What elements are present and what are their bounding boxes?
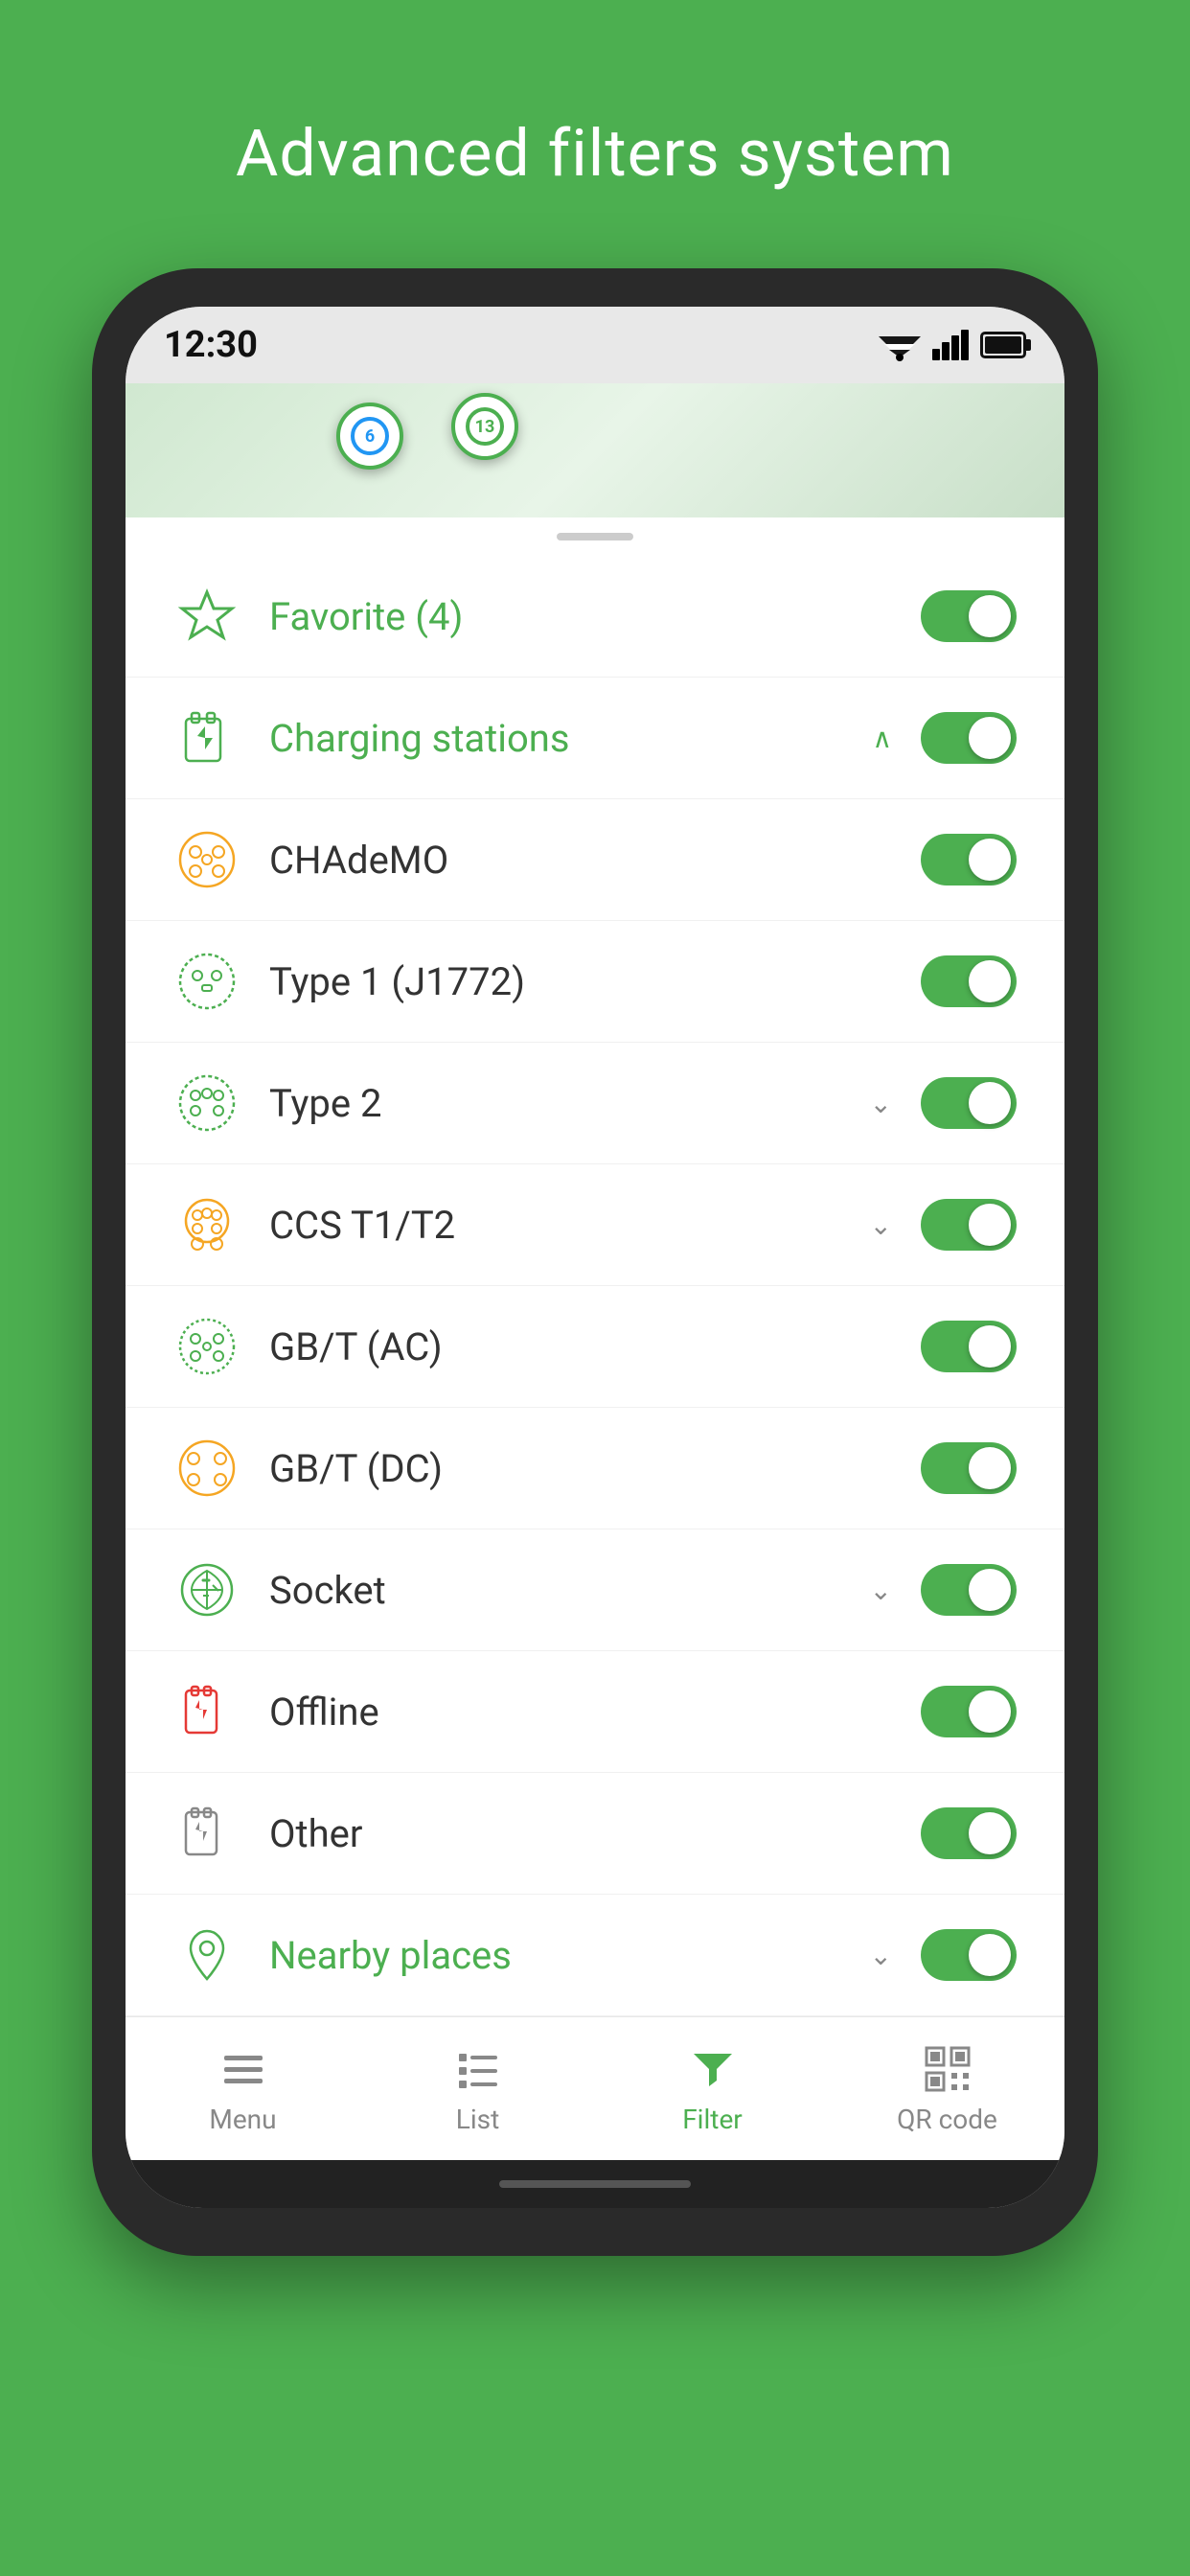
page-title: Advanced filters system bbox=[236, 115, 954, 192]
type2-chevron: ⌄ bbox=[870, 1088, 892, 1119]
sheet-handle bbox=[557, 533, 633, 540]
filter-item-nearby[interactable]: Nearby places ⌄ bbox=[126, 1895, 1064, 2016]
chademo-label: CHAdeMO bbox=[269, 838, 892, 883]
ccs-icon bbox=[173, 1191, 240, 1258]
nearby-toggle[interactable] bbox=[921, 1929, 1017, 1981]
signal-icon bbox=[932, 330, 969, 360]
filter-item-gbt-dc[interactable]: GB/T (DC) bbox=[126, 1408, 1064, 1530]
favorite-toggle[interactable] bbox=[921, 590, 1017, 642]
home-indicator bbox=[126, 2160, 1064, 2208]
home-bar bbox=[499, 2180, 691, 2188]
status-bar: 12:30 bbox=[126, 307, 1064, 383]
gbt-ac-icon bbox=[173, 1313, 240, 1380]
favorite-icon bbox=[173, 583, 240, 650]
type2-label: Type 2 bbox=[269, 1081, 841, 1126]
status-icons bbox=[879, 329, 1026, 361]
type2-toggle[interactable] bbox=[921, 1077, 1017, 1129]
filter-item-type1[interactable]: Type 1 (J1772) bbox=[126, 921, 1064, 1043]
filter-item-offline[interactable]: Offline bbox=[126, 1651, 1064, 1773]
other-label: Other bbox=[269, 1811, 892, 1856]
gbt-ac-toggle[interactable] bbox=[921, 1321, 1017, 1372]
offline-toggle[interactable] bbox=[921, 1686, 1017, 1737]
charging-chevron-up: ∧ bbox=[873, 723, 893, 754]
type1-toggle[interactable] bbox=[921, 955, 1017, 1007]
status-time: 12:30 bbox=[164, 324, 258, 366]
other-toggle[interactable] bbox=[921, 1807, 1017, 1859]
filter-item-socket[interactable]: Socket ⌄ bbox=[126, 1530, 1064, 1651]
offline-icon bbox=[173, 1678, 240, 1745]
offline-label: Offline bbox=[269, 1690, 892, 1735]
type1-label: Type 1 (J1772) bbox=[269, 959, 892, 1004]
favorite-label: Favorite (4) bbox=[269, 594, 892, 639]
nav-menu[interactable]: Menu bbox=[126, 2042, 360, 2135]
gbt-dc-icon bbox=[173, 1435, 240, 1502]
list-icon bbox=[451, 2042, 505, 2096]
filter-list: Favorite (4) Charging stations ∧ bbox=[126, 556, 1064, 2016]
filter-item-other[interactable]: Other bbox=[126, 1773, 1064, 1895]
nav-list[interactable]: List bbox=[360, 2042, 595, 2135]
map-preview: 6 13 bbox=[126, 383, 1064, 518]
filter-item-gbt-ac[interactable]: GB/T (AC) bbox=[126, 1286, 1064, 1408]
list-label: List bbox=[456, 2104, 500, 2135]
filter-item-ccs[interactable]: CCS T1/T2 ⌄ bbox=[126, 1164, 1064, 1286]
charging-station-icon bbox=[173, 704, 240, 771]
qr-icon bbox=[921, 2042, 974, 2096]
socket-label: Socket bbox=[269, 1568, 841, 1613]
filter-item-chademo[interactable]: CHAdeMO bbox=[126, 799, 1064, 921]
filter-icon bbox=[686, 2042, 740, 2096]
nav-qr[interactable]: QR code bbox=[830, 2042, 1064, 2135]
menu-label: Menu bbox=[209, 2104, 276, 2135]
charging-toggle[interactable] bbox=[921, 712, 1017, 764]
ccs-chevron: ⌄ bbox=[870, 1209, 892, 1241]
chademo-toggle[interactable] bbox=[921, 834, 1017, 886]
filter-item-favorite[interactable]: Favorite (4) bbox=[126, 556, 1064, 678]
filter-label: Filter bbox=[682, 2104, 743, 2135]
gbt-dc-label: GB/T (DC) bbox=[269, 1446, 892, 1491]
charging-label: Charging stations bbox=[269, 716, 844, 761]
menu-icon bbox=[217, 2042, 270, 2096]
other-icon bbox=[173, 1800, 240, 1867]
type2-icon bbox=[173, 1070, 240, 1137]
ccs-toggle[interactable] bbox=[921, 1199, 1017, 1251]
socket-icon bbox=[173, 1556, 240, 1623]
qr-label: QR code bbox=[897, 2104, 997, 2135]
nav-filter[interactable]: Filter bbox=[595, 2042, 830, 2135]
map-pin-1: 6 bbox=[336, 402, 403, 470]
map-pin-2: 13 bbox=[451, 393, 518, 460]
nearby-icon bbox=[173, 1921, 240, 1989]
nearby-label: Nearby places bbox=[269, 1933, 841, 1978]
type1-icon bbox=[173, 948, 240, 1015]
nearby-chevron: ⌄ bbox=[870, 1940, 892, 1971]
ccs-label: CCS T1/T2 bbox=[269, 1203, 841, 1248]
gbt-dc-toggle[interactable] bbox=[921, 1442, 1017, 1494]
socket-chevron: ⌄ bbox=[870, 1575, 892, 1606]
wifi-icon bbox=[879, 329, 921, 361]
filter-item-type2[interactable]: Type 2 ⌄ bbox=[126, 1043, 1064, 1164]
chademo-icon bbox=[173, 826, 240, 893]
socket-toggle[interactable] bbox=[921, 1564, 1017, 1616]
gbt-ac-label: GB/T (AC) bbox=[269, 1324, 892, 1369]
bottom-nav: Menu List bbox=[126, 2016, 1064, 2160]
phone-frame: 12:30 bbox=[92, 268, 1098, 2256]
filter-item-charging[interactable]: Charging stations ∧ bbox=[126, 678, 1064, 799]
sheet-handle-area bbox=[126, 518, 1064, 556]
battery-icon bbox=[980, 332, 1026, 358]
